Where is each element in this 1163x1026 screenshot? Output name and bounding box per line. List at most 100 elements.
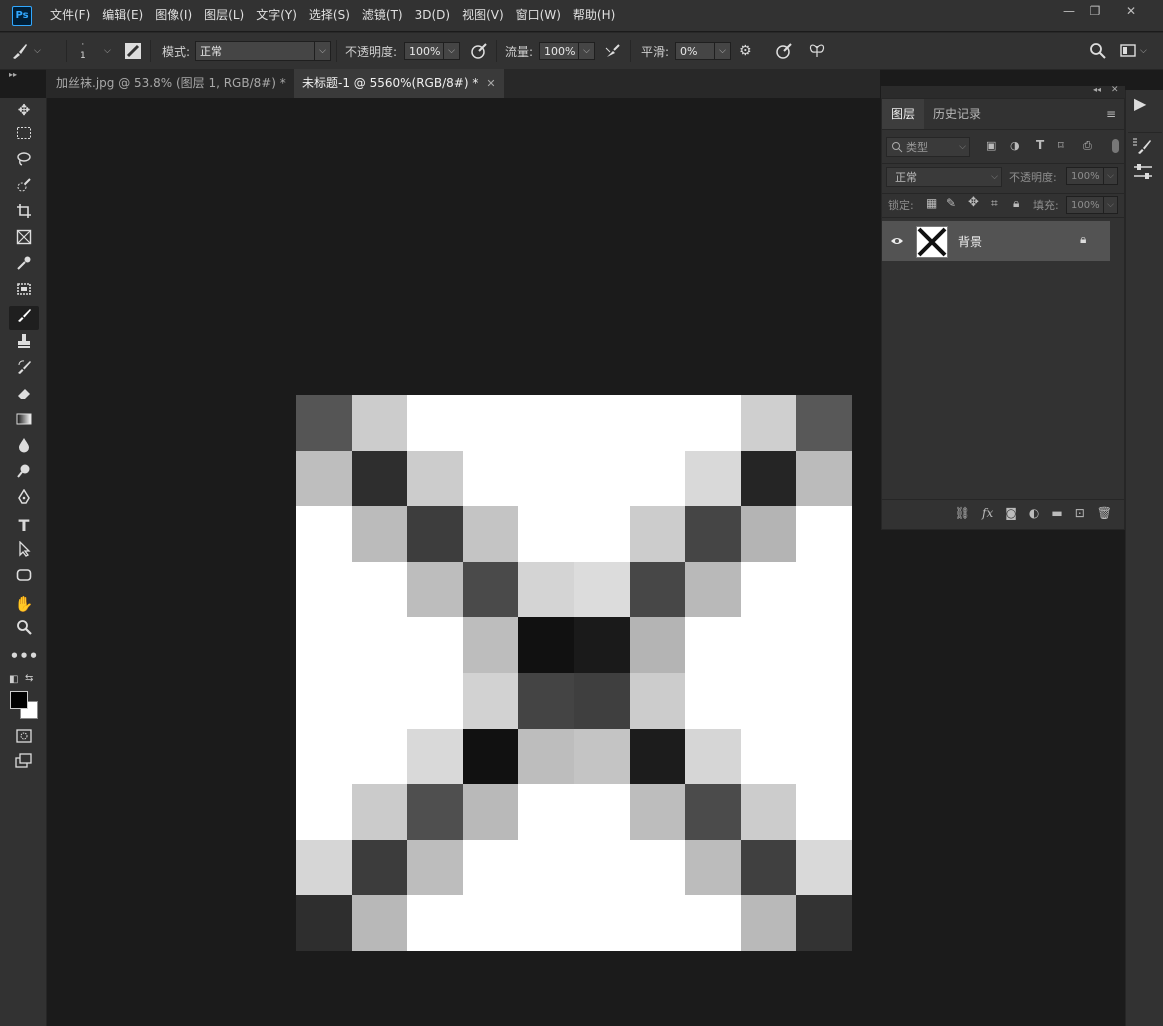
- options-bar: ⌵ · 1 ⌵ 模式: 正常 ⌵ 不透明度: 100% ⌵ 流量: 100% ⌵: [0, 32, 1163, 70]
- menu-image[interactable]: 图像(I): [149, 0, 198, 31]
- dodge-tool[interactable]: [9, 462, 39, 486]
- blur-tool[interactable]: [9, 436, 39, 460]
- fill-input[interactable]: 100% ⌵: [1066, 196, 1118, 214]
- filter-shape-icon[interactable]: ⌑: [1058, 139, 1064, 152]
- menu-type[interactable]: 文字(Y): [250, 0, 303, 31]
- eye-icon[interactable]: [890, 235, 904, 247]
- menu-filter[interactable]: 滤镜(T): [356, 0, 409, 31]
- tool-preset-picker[interactable]: ⌵: [10, 33, 41, 69]
- mode-select[interactable]: 正常 ⌵: [195, 33, 331, 69]
- lasso-tool[interactable]: [9, 150, 39, 174]
- eraser-tool[interactable]: [9, 384, 39, 408]
- lock-all-icon[interactable]: 🔒︎: [1013, 196, 1019, 211]
- brush-settings-panel-button[interactable]: [1132, 136, 1154, 159]
- edit-toolbar-button[interactable]: •••: [9, 644, 39, 668]
- quick-select-tool[interactable]: [9, 176, 39, 200]
- crop-tool[interactable]: [9, 202, 39, 226]
- menu-edit[interactable]: 编辑(E): [96, 0, 149, 31]
- collapse-panel-icon[interactable]: ◂◂: [1093, 85, 1101, 94]
- healing-tool[interactable]: [9, 280, 39, 304]
- adjustments-panel-button[interactable]: [1132, 162, 1154, 185]
- foreground-color-swatch[interactable]: [10, 691, 28, 709]
- document-tabs: 加丝袜.jpg @ 53.8% (图层 1, RGB/8#) *✕ 未标题-1 …: [46, 69, 880, 98]
- canvas-pixel: [629, 450, 686, 507]
- separator: [150, 40, 151, 62]
- lock-pixels-icon[interactable]: ✎: [946, 196, 956, 210]
- lock-position-icon[interactable]: ✥: [968, 195, 979, 210]
- menu-help[interactable]: 帮助(H): [567, 0, 621, 31]
- menu-3d[interactable]: 3D(D): [409, 0, 456, 31]
- restore-button[interactable]: ❐: [1078, 0, 1112, 22]
- smoothing-input[interactable]: 0% ⌵: [675, 33, 731, 69]
- collapse-toolbar-icon[interactable]: ▸▸: [9, 70, 17, 79]
- menu-select[interactable]: 选择(S): [303, 0, 356, 31]
- eyedropper-tool[interactable]: [9, 254, 39, 278]
- shape-tool[interactable]: [9, 566, 39, 590]
- gradient-tool[interactable]: [9, 410, 39, 434]
- canvas-pixel: [518, 450, 574, 507]
- hand-tool[interactable]: ✋: [9, 592, 39, 616]
- symmetry-button[interactable]: [808, 33, 826, 69]
- flow-input[interactable]: 100% ⌵: [539, 33, 595, 69]
- brush-tool[interactable]: [9, 306, 39, 330]
- new-layer-icon[interactable]: ⊡: [1075, 506, 1085, 520]
- close-icon[interactable]: ✕: [1111, 85, 1119, 95]
- add-mask-icon[interactable]: ◙: [1005, 506, 1017, 520]
- quick-mask-button[interactable]: [9, 726, 39, 750]
- screen-mode-button[interactable]: [9, 752, 39, 776]
- hand-icon: ✋: [14, 595, 34, 613]
- menu-layer[interactable]: 图层(L): [198, 0, 250, 31]
- menu-view[interactable]: 视图(V): [456, 0, 510, 31]
- tab-untitled-1[interactable]: 未标题-1 @ 5560%(RGB/8#) * ✕: [294, 69, 504, 98]
- tab-history[interactable]: 历史记录: [924, 99, 990, 129]
- panel-menu-icon[interactable]: ≡: [1106, 107, 1116, 121]
- menu-file[interactable]: 文件(F): [44, 0, 96, 31]
- frame-tool[interactable]: [9, 228, 39, 252]
- play-actions-icon[interactable]: ▶: [1134, 94, 1146, 113]
- blend-mode-select[interactable]: 正常 ⌵: [886, 167, 1002, 187]
- canvas-pixel: [296, 673, 352, 729]
- link-layers-icon[interactable]: ⛓: [955, 506, 970, 520]
- tab-layers[interactable]: 图层: [882, 99, 925, 129]
- history-brush-tool[interactable]: [9, 358, 39, 382]
- trash-icon[interactable]: 🗑︎: [1097, 506, 1112, 520]
- search-button[interactable]: [1089, 33, 1107, 69]
- filter-smart-object-icon[interactable]: ⎙: [1083, 139, 1092, 153]
- filter-toggle-switch[interactable]: [1112, 139, 1119, 153]
- fx-icon[interactable]: fx: [982, 506, 993, 520]
- close-button[interactable]: ✕: [1114, 0, 1148, 22]
- filter-type-icon[interactable]: T: [1036, 138, 1044, 152]
- layer-name[interactable]: 背景: [958, 233, 982, 250]
- adjustment-layer-icon[interactable]: ◐: [1029, 506, 1039, 520]
- move-tool[interactable]: ✥: [9, 98, 39, 122]
- pen-tool[interactable]: [9, 488, 39, 512]
- filter-pixel-icon[interactable]: ▣: [986, 139, 996, 152]
- smoothing-settings-button[interactable]: ⚙: [739, 33, 752, 69]
- opacity-input[interactable]: 100% ⌵: [404, 33, 460, 69]
- brush-size-picker[interactable]: · 1: [80, 33, 86, 69]
- default-colors-icon[interactable]: ◧: [9, 674, 18, 685]
- chevron-down-icon[interactable]: ⌵: [104, 33, 111, 69]
- brush-settings-button[interactable]: [124, 33, 142, 69]
- type-tool[interactable]: T: [9, 514, 39, 538]
- document-canvas[interactable]: [296, 395, 852, 951]
- swap-colors-icon[interactable]: ⇆: [25, 673, 33, 684]
- workspace-button[interactable]: ⌵: [1120, 33, 1147, 69]
- pressure-opacity-button[interactable]: [470, 33, 488, 69]
- airbrush-button[interactable]: [604, 33, 622, 69]
- menu-window[interactable]: 窗口(W): [510, 0, 567, 31]
- close-icon[interactable]: ✕: [486, 77, 495, 90]
- lock-transparent-icon[interactable]: ▦: [926, 196, 937, 210]
- pressure-size-button[interactable]: [775, 33, 793, 69]
- marquee-tool[interactable]: [9, 124, 39, 148]
- layer-filter-select[interactable]: 类型 ⌵: [886, 137, 970, 157]
- layer-row[interactable]: 背景 🔒︎: [882, 221, 1110, 261]
- clone-stamp-tool[interactable]: [9, 332, 39, 356]
- new-group-icon[interactable]: ▬: [1051, 506, 1062, 520]
- lock-artboard-icon[interactable]: ⌗: [991, 196, 998, 211]
- tab-jiasiwa[interactable]: 加丝袜.jpg @ 53.8% (图层 1, RGB/8#) *✕: [48, 69, 312, 98]
- filter-adjustment-icon[interactable]: ◑: [1010, 139, 1020, 152]
- zoom-tool[interactable]: [9, 618, 39, 642]
- path-selection-tool[interactable]: [9, 540, 39, 564]
- layer-opacity-input[interactable]: 100% ⌵: [1066, 167, 1118, 185]
